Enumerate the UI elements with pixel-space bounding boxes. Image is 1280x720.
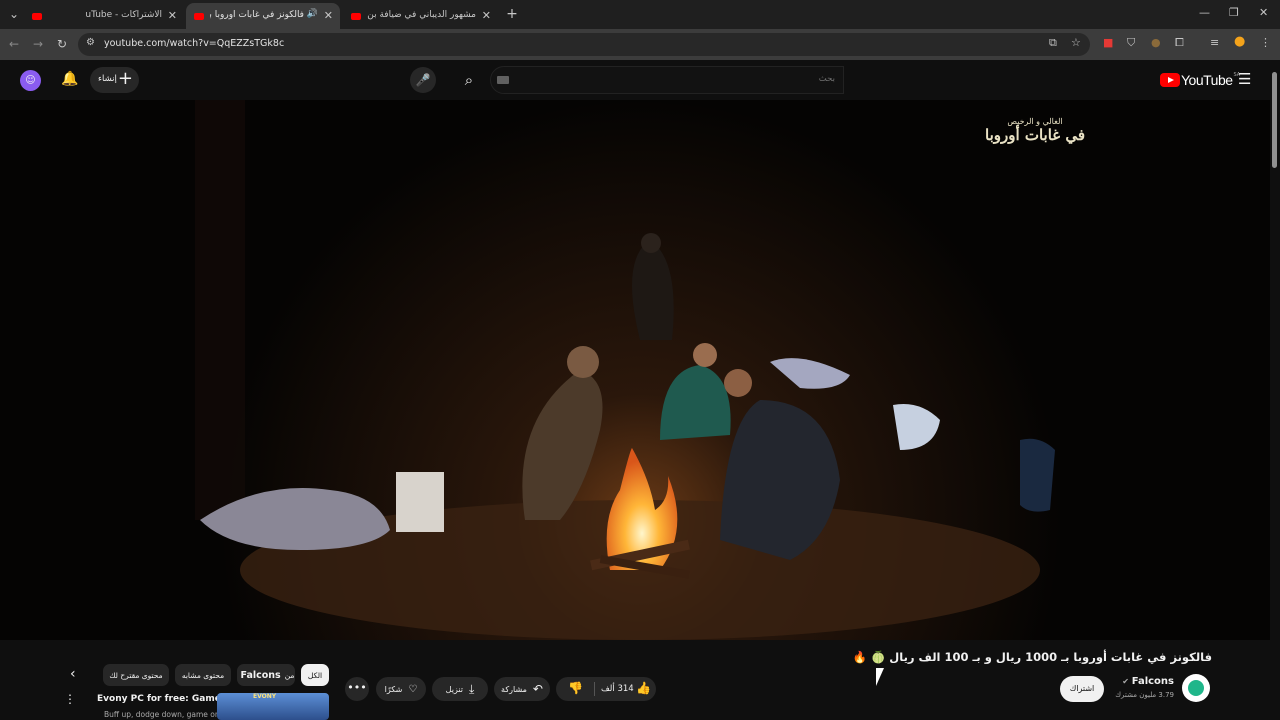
bookmark-star-icon[interactable]: ☆ bbox=[1071, 36, 1081, 49]
back-icon[interactable]: ← bbox=[9, 37, 19, 51]
youtube-favicon-icon bbox=[32, 13, 42, 20]
close-tab-icon[interactable]: ✕ bbox=[482, 9, 491, 22]
chip-similar[interactable]: محتوى مشابه bbox=[175, 664, 231, 686]
like-icon[interactable]: 👍 bbox=[636, 681, 651, 695]
tab-current-video[interactable]: فالكونز في غابات أوروبا بـ 00 🔊 ✕ bbox=[186, 3, 340, 29]
create-button[interactable]: إنشاء + bbox=[90, 67, 139, 93]
voice-search-mic-icon[interactable]: 🎤 bbox=[410, 67, 436, 93]
tab-subscriptions[interactable]: الاشتراكات - YouTube ✕ bbox=[80, 3, 184, 29]
close-tab-icon[interactable]: ✕ bbox=[324, 9, 333, 22]
channel-name[interactable]: ✔ Falcons bbox=[1122, 676, 1174, 687]
tab-pinned-youtube[interactable] bbox=[26, 3, 46, 29]
campfire-scene bbox=[0, 100, 1270, 640]
address-bar[interactable]: ⚙ youtube.com/watch?v=QqEZZsTGk8c bbox=[78, 33, 1090, 56]
like-dislike-segment: 👎 314 ألف 👍 bbox=[556, 677, 656, 701]
search-input[interactable]: بحث bbox=[490, 66, 844, 94]
video-title: فالكونز في غابات أوروبا بـ 1000 ريال و ب… bbox=[852, 650, 1212, 664]
recommendation-menu-icon[interactable]: ⋮ bbox=[64, 692, 76, 706]
extension-red-icon[interactable]: ■ bbox=[1103, 36, 1113, 49]
extensions-puzzle-icon[interactable]: ⧠ bbox=[1175, 36, 1184, 50]
search-icon[interactable]: ⌕ bbox=[448, 65, 490, 95]
channel-name-text: Falcons bbox=[1131, 676, 1174, 687]
youtube-play-icon bbox=[1160, 73, 1180, 87]
tab-search-chevron-icon[interactable]: ⌄ bbox=[4, 5, 24, 23]
chips-prev-chevron-icon[interactable]: ‹ bbox=[70, 666, 76, 682]
recommendation-thumbnail[interactable]: EVONY bbox=[217, 693, 329, 720]
browser-toolbar: ← → ↻ ⚙ youtube.com/watch?v=QqEZZsTGk8c bbox=[0, 29, 1280, 60]
share-label: مشاركة bbox=[501, 684, 527, 694]
thanks-label: شكرًا bbox=[384, 684, 403, 694]
restore-window-icon[interactable]: ❐ bbox=[1229, 6, 1239, 19]
channel-watermark-logo: الغالي و الرخيص في غابات أوروبا bbox=[985, 117, 1085, 144]
thanks-button[interactable]: شكرًا ♡ bbox=[376, 677, 426, 701]
profile-avatar-icon[interactable]: ● bbox=[1234, 34, 1245, 49]
chip-from-prefix: من bbox=[284, 670, 295, 680]
dislike-icon[interactable]: 👎 bbox=[568, 681, 583, 695]
download-button[interactable]: تنزيل ⤓ bbox=[432, 677, 488, 701]
audio-playing-icon[interactable]: 🔊 bbox=[307, 9, 318, 19]
page-scrollbar[interactable] bbox=[1270, 60, 1280, 720]
verified-badge-icon: ✔ bbox=[1122, 677, 1132, 686]
create-label: إنشاء bbox=[98, 74, 117, 84]
youtube-favicon-icon bbox=[194, 13, 204, 20]
chip-all[interactable]: الكل bbox=[301, 664, 329, 686]
logo-text: YouTube bbox=[1181, 72, 1233, 88]
chip-channel-name: Falcons bbox=[240, 669, 281, 681]
tab-title: فالكونز في غابات أوروبا بـ 00 bbox=[210, 10, 304, 20]
thumbnail-logo-text: EVONY bbox=[253, 693, 277, 700]
extension-shield-icon[interactable]: ⛉ bbox=[1127, 36, 1135, 50]
share-button[interactable]: مشاركة ↶ bbox=[494, 677, 550, 701]
close-tab-icon[interactable]: ✕ bbox=[168, 9, 177, 22]
youtube-favicon-icon bbox=[351, 13, 361, 20]
video-player[interactable] bbox=[0, 100, 1270, 640]
youtube-header: ☺ 🔔 إنشاء + 🎤 ⌕ بحث YouTube SA ☰ bbox=[0, 60, 1280, 100]
keyboard-icon[interactable] bbox=[497, 76, 509, 84]
mouse-cursor-icon bbox=[876, 668, 884, 686]
falcons-logo-icon bbox=[1188, 680, 1204, 696]
channel-avatar[interactable] bbox=[1182, 674, 1210, 702]
avatar-face-icon: ☺ bbox=[25, 75, 36, 86]
browser-tab-bar: ⌄ الاشتراكات - YouTube ✕ فالكونز في غابا… bbox=[0, 0, 1280, 29]
plus-icon: + bbox=[117, 68, 133, 89]
scrollbar-thumb[interactable] bbox=[1272, 72, 1277, 168]
search-placeholder: بحث bbox=[818, 74, 835, 84]
browser-menu-icon[interactable]: ⋮ bbox=[1260, 36, 1271, 49]
close-window-icon[interactable]: ✕ bbox=[1259, 6, 1268, 19]
forward-icon[interactable]: → bbox=[33, 37, 43, 51]
segment-divider bbox=[594, 682, 595, 696]
subscribe-button[interactable]: اشتراك bbox=[1060, 676, 1104, 702]
media-controls-icon[interactable]: ≡ bbox=[1210, 36, 1219, 49]
tab-title: مشهور الديباني في ضيافة بن قاسـ bbox=[367, 10, 476, 20]
tab-title: الاشتراكات - YouTube bbox=[86, 10, 162, 20]
guide-menu-icon[interactable]: ☰ bbox=[1238, 70, 1251, 88]
download-label: تنزيل bbox=[445, 684, 464, 694]
youtube-logo[interactable]: YouTube SA bbox=[1160, 72, 1240, 88]
more-actions-icon[interactable]: ••• bbox=[345, 677, 369, 701]
reload-icon[interactable]: ↻ bbox=[57, 37, 67, 51]
like-count[interactable]: 314 ألف bbox=[601, 684, 634, 694]
minimize-window-icon[interactable]: — bbox=[1199, 6, 1210, 19]
site-info-icon[interactable]: ⚙ bbox=[86, 37, 95, 48]
subscriber-count: 3.79 مليون مشترك bbox=[1115, 691, 1174, 699]
recommendation-title[interactable]: Evony PC for free: Game on bbox=[97, 694, 237, 704]
watermark-line-1: الغالي و الرخيص bbox=[1007, 117, 1063, 126]
tab-other-video[interactable]: مشهور الديباني في ضيافة بن قاسـ ✕ bbox=[343, 3, 498, 29]
account-avatar[interactable]: ☺ bbox=[20, 70, 41, 91]
recommendation-subtitle: Buff up, dodge down, game on bbox=[104, 710, 220, 719]
watermark-line-2: في غابات أوروبا bbox=[985, 126, 1086, 144]
notifications-bell-icon[interactable]: 🔔 bbox=[61, 71, 78, 87]
download-icon: ⤓ bbox=[469, 681, 475, 696]
url-text[interactable]: youtube.com/watch?v=QqEZZsTGk8c bbox=[104, 38, 284, 49]
super-thanks-icon: ♡ bbox=[408, 683, 418, 695]
extension-cookie-icon[interactable]: ● bbox=[1151, 36, 1161, 49]
share-arrow-icon: ↶ bbox=[532, 682, 543, 696]
new-tab-button[interactable]: + bbox=[502, 5, 522, 23]
install-app-icon[interactable]: ⧉ bbox=[1049, 36, 1057, 50]
chip-from-channel[interactable]: Falcons من bbox=[237, 664, 295, 686]
chip-suggested[interactable]: محتوى مقترح لك bbox=[103, 664, 169, 686]
